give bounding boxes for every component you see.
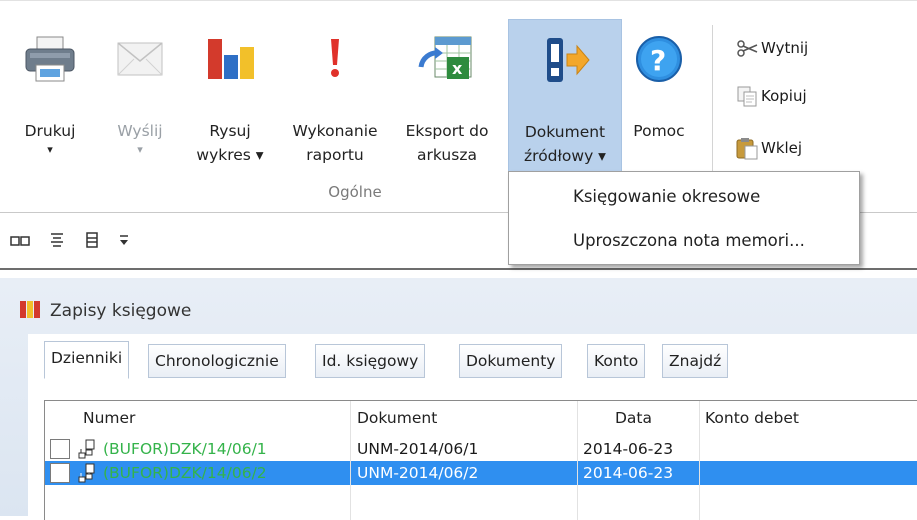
draw-chart-label-2: wykres ▾ [196, 146, 264, 164]
source-document-icon [537, 32, 593, 92]
send-label: Wyślij [117, 122, 163, 140]
entries-grid: Numer Dokument Data Konto debet (BUFOR)D… [44, 400, 917, 520]
printer-icon [22, 31, 78, 91]
panel-title: Zapisy księgowe [18, 298, 191, 324]
table-row-selected[interactable]: (BUFOR)DZK/14/06/2 UNM-2014/06/2 2014-06… [45, 461, 917, 485]
document-hierarchy-icon [77, 439, 99, 459]
draw-chart-button[interactable]: Rysuj wykres ▾ [185, 19, 275, 177]
paste-button[interactable]: Wklej [735, 135, 802, 161]
tab-chronologicznie[interactable]: Chronologicznie [148, 344, 286, 378]
copy-icon [735, 84, 759, 108]
column-separator [577, 401, 578, 520]
print-button[interactable]: Drukuj ▾ [10, 19, 90, 177]
draw-chart-label-1: Rysuj [209, 122, 251, 140]
bar-chart-icon [202, 31, 258, 91]
copy-label: Kopiuj [761, 87, 807, 105]
source-document-button[interactable]: Dokument źródłowy ▾ [508, 19, 622, 177]
chevron-down-icon: ▾ [137, 143, 143, 156]
scissors-icon [735, 36, 759, 60]
toolbar-separator [0, 268, 917, 270]
export-label-2: arkusza [417, 146, 477, 164]
chevron-down-icon: ▾ [47, 143, 53, 156]
help-button[interactable]: ? Pomoc [624, 19, 694, 177]
cell-data: 2014-06-23 [583, 440, 674, 458]
quick-access-toolbar [10, 230, 130, 254]
column-header-konto-debet[interactable]: Konto debet [705, 405, 799, 431]
export-label-1: Eksport do [405, 122, 489, 140]
export-spreadsheet-button[interactable]: x Eksport do arkusza [392, 19, 502, 177]
column-header-dokument[interactable]: Dokument [357, 405, 437, 431]
journal-entries-icon [18, 298, 42, 325]
column-header-data[interactable]: Data [615, 405, 652, 431]
spreadsheet-export-icon: x [417, 31, 477, 91]
print-label: Drukuj [24, 122, 76, 140]
tab-znajdz[interactable]: Znajdź [662, 344, 729, 378]
paste-label: Wklej [761, 139, 803, 157]
layout-rows-icon[interactable] [48, 231, 66, 253]
customize-toolbar-icon[interactable] [118, 233, 130, 251]
document-hierarchy-icon [77, 463, 99, 483]
row-checkbox[interactable] [50, 463, 70, 483]
layout-columns-icon[interactable] [84, 231, 100, 253]
tab-konto[interactable]: Konto [587, 344, 646, 378]
menu-item-uproszczona-nota[interactable]: Uproszczona nota memori... [573, 226, 805, 256]
tab-dzienniki[interactable]: Dzienniki [44, 341, 130, 379]
tab-id-ksiegowy[interactable]: Id. księgowy [315, 344, 426, 378]
column-separator [699, 401, 700, 520]
copy-button[interactable]: Kopiuj [735, 83, 807, 109]
help-icon: ? [631, 31, 687, 91]
table-row[interactable]: (BUFOR)DZK/14/06/1 UNM-2014/06/1 2014-06… [45, 437, 917, 461]
column-header-numer[interactable]: Numer [83, 405, 135, 431]
svg-text:x: x [452, 59, 463, 78]
cell-numer: (BUFOR)DZK/14/06/2 [103, 464, 267, 482]
column-separator [350, 401, 351, 520]
panel-title-text: Zapisy księgowe [50, 301, 192, 321]
cell-numer: (BUFOR)DZK/14/06/1 [103, 440, 267, 458]
journal-entries-panel: Zapisy księgowe Dzienniki Chronologiczni… [0, 278, 917, 520]
cell-dokument: UNM-2014/06/2 [357, 464, 479, 482]
cut-button[interactable]: Wytnij [735, 35, 808, 61]
source-document-dropdown: Księgowanie okresowe Uproszczona nota me… [508, 171, 860, 265]
cell-data: 2014-06-23 [583, 464, 674, 482]
tab-dokumenty[interactable]: Dokumenty [459, 344, 563, 378]
run-report-label-1: Wykonanie [292, 122, 378, 140]
cell-dokument: UNM-2014/06/1 [357, 440, 479, 458]
group-separator [712, 25, 713, 185]
group-label-general: Ogólne [328, 183, 382, 201]
source-document-label-2: źródłowy ▾ [524, 147, 606, 165]
layout-horizontal-icon[interactable] [10, 233, 30, 251]
menu-item-ksiegowanie-okresowe[interactable]: Księgowanie okresowe [573, 182, 760, 212]
run-report-label-2: raportu [306, 146, 364, 164]
envelope-icon [112, 31, 168, 91]
paste-icon [735, 136, 759, 160]
source-document-label-1: Dokument [524, 123, 606, 141]
svg-text:?: ? [650, 44, 666, 77]
run-report-button[interactable]: Wykonanie raportu [280, 19, 390, 177]
exclamation-icon [307, 31, 363, 91]
row-checkbox[interactable] [50, 439, 70, 459]
cut-label: Wytnij [761, 39, 809, 57]
send-button[interactable]: Wyślij ▾ [100, 19, 180, 177]
help-label: Pomoc [633, 122, 685, 140]
